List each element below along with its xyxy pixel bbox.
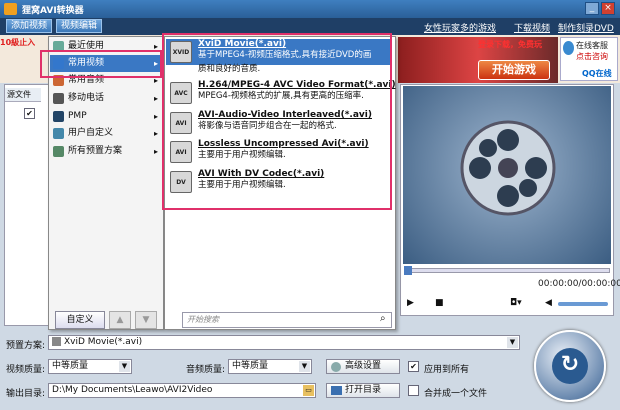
close-button[interactable]: × — [601, 2, 615, 15]
highlight-box-formats — [162, 33, 392, 210]
presets-icon — [53, 146, 64, 157]
output-dir-label: 输出目录: — [6, 389, 46, 399]
menu-item-label: PMP — [68, 111, 87, 121]
audio-quality-select[interactable]: 中等质量 ▼ — [228, 359, 312, 374]
file-row-checkbox[interactable]: ✔ — [24, 108, 35, 119]
output-dir-path: D:\My Documents\Leawo\AVI2Video — [52, 385, 213, 395]
play-icon[interactable]: ▶ — [407, 298, 414, 308]
apply-all-checkbox[interactable]: ✔ — [408, 361, 419, 372]
pmp-icon — [53, 111, 64, 122]
audio-quality-label: 音频质量: — [186, 365, 226, 375]
start-game-button[interactable]: 开始游戏 — [478, 60, 550, 80]
merge-checkbox[interactable] — [408, 385, 419, 396]
add-video-button[interactable]: 添加视频 — [6, 19, 53, 33]
move-up-button[interactable]: ▲ — [109, 311, 131, 329]
folder-icon[interactable]: ▭ — [303, 385, 314, 396]
advanced-settings-button[interactable]: 高级设置 — [326, 359, 400, 374]
app-logo-icon — [4, 3, 17, 15]
audio-quality-value: 中等质量 — [232, 361, 269, 371]
stop-icon[interactable]: ■ — [435, 298, 444, 308]
phone-icon — [53, 93, 64, 104]
menu-item-label: 移动电话 — [68, 93, 105, 103]
video-quality-select[interactable]: 中等质量 ▼ — [48, 359, 132, 374]
volume-slider[interactable] — [558, 302, 608, 306]
chevron-down-icon[interactable]: ▼ — [119, 361, 130, 372]
qq-online-service: 在线客服 — [576, 41, 608, 50]
chevron-down-icon[interactable]: ▼ — [299, 361, 310, 372]
convert-refresh-icon[interactable]: ↻ — [552, 348, 588, 384]
source-file-header[interactable]: 源文件 — [5, 88, 41, 102]
open-dir-button[interactable]: 打开目录 — [326, 383, 400, 398]
qq-penguin-icon — [563, 41, 574, 55]
link-download-video[interactable]: 下载视频 — [514, 21, 550, 34]
film-reel-icon — [460, 120, 556, 216]
preset-select[interactable]: XviD Movie(*.avi) ▼ — [48, 335, 520, 350]
submenu-arrow-icon: ▸ — [153, 147, 158, 156]
menu-item-label: 用户自定义 — [68, 128, 114, 138]
qq-online-label[interactable]: QQ在线 — [582, 68, 612, 79]
qq-click-consult[interactable]: 点击咨询 — [576, 51, 608, 62]
open-dir-label: 打开目录 — [345, 385, 382, 395]
preset-label: 预置方案: — [6, 341, 46, 351]
volume-icon[interactable]: ◀ — [545, 298, 552, 308]
time-display: 00:00:00/00:00:00 — [538, 279, 620, 289]
user-icon — [53, 128, 64, 139]
link-games[interactable]: 女性玩家多的游戏 — [424, 21, 496, 34]
move-down-button[interactable]: ▼ — [135, 311, 157, 329]
title-bar — [0, 0, 620, 18]
custom-button[interactable]: 自定义 — [55, 311, 105, 329]
video-quality-label: 视频质量: — [6, 365, 46, 375]
menu-item-user-custom[interactable]: 用户自定义 ▸ — [50, 125, 162, 142]
preset-value: XviD Movie(*.avi) — [64, 337, 143, 347]
app-title: 狸窝AVI转换器 — [22, 6, 84, 16]
gear-icon — [331, 362, 341, 372]
output-dir-field[interactable]: D:\My Documents\Leawo\AVI2Video ▭ — [48, 383, 316, 398]
link-make-dvd[interactable]: 制作刻录DVD — [558, 21, 614, 34]
seek-thumb[interactable] — [404, 266, 412, 275]
seek-bar[interactable] — [404, 268, 610, 273]
ad-promo-text: 登录下载，免费玩 — [478, 40, 542, 49]
video-quality-value: 中等质量 — [52, 361, 89, 371]
menu-item-mobile[interactable]: 移动电话 ▸ — [50, 90, 162, 107]
submenu-arrow-icon: ▸ — [153, 94, 158, 103]
advanced-settings-label: 高级设置 — [345, 361, 382, 371]
chevron-down-icon[interactable]: ▼ — [507, 337, 518, 348]
highlight-box-category — [40, 50, 162, 78]
menu-item-pmp[interactable]: PMP ▸ — [50, 108, 162, 125]
merge-label: 合并成一个文件 — [424, 389, 488, 399]
submenu-arrow-icon: ▸ — [153, 112, 158, 121]
format-small-icon — [52, 337, 61, 346]
menu-item-label: 所有预置方案 — [68, 146, 123, 156]
ad-left-text: 10級止入 — [0, 38, 36, 47]
apply-all-label: 应用到所有 — [424, 365, 470, 375]
open-folder-icon — [331, 386, 342, 395]
search-icon[interactable]: ⌕ — [380, 313, 386, 324]
video-edit-button[interactable]: 视频编辑 — [56, 19, 103, 33]
submenu-arrow-icon: ▸ — [153, 129, 158, 138]
snapshot-camera-icon[interactable]: ◘▾ — [510, 298, 522, 308]
minimize-button[interactable]: _ — [585, 2, 599, 15]
menu-item-all-presets[interactable]: 所有预置方案 ▸ — [50, 143, 162, 160]
search-input[interactable]: 开始搜索 — [182, 312, 392, 328]
